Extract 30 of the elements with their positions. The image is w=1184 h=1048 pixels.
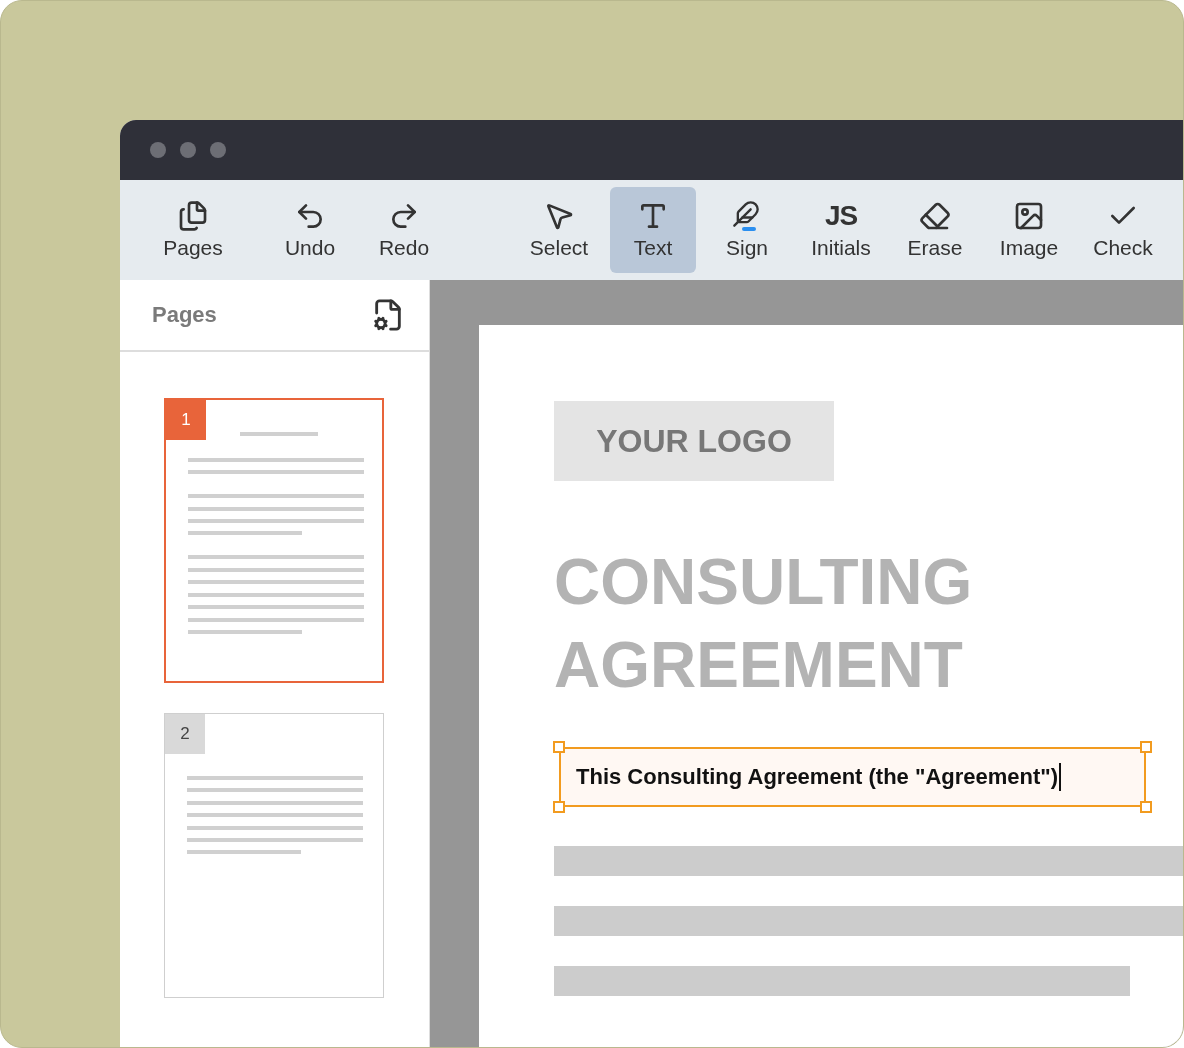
resize-handle[interactable] (553, 741, 565, 753)
window-dot[interactable] (180, 142, 196, 158)
eraser-icon (919, 200, 951, 232)
image-tool[interactable]: Image (986, 187, 1072, 273)
window-dot[interactable] (150, 142, 166, 158)
sidebar-title: Pages (152, 302, 217, 328)
document-title: AGREEMENT (554, 628, 964, 703)
pages-icon (177, 200, 209, 232)
text-input-field[interactable]: This Consulting Agreement (the "Agreement") (559, 747, 1146, 807)
redo-tool[interactable]: Redo (361, 187, 447, 273)
resize-handle[interactable] (1140, 741, 1152, 753)
window-dot[interactable] (210, 142, 226, 158)
resize-handle[interactable] (1140, 801, 1152, 813)
logo-upload-field[interactable]: YOUR LOGO (554, 401, 834, 481)
page-number: 1 (166, 400, 206, 440)
text-cursor (1059, 763, 1062, 791)
sign-tool[interactable]: Sign (704, 187, 790, 273)
erase-tool[interactable]: Erase (892, 187, 978, 273)
check-tool[interactable]: Check (1080, 187, 1166, 273)
text-tool[interactable]: Text (610, 187, 696, 273)
document-title: CONSULTING (554, 545, 973, 620)
page-thumbnail[interactable]: 2 (164, 713, 384, 998)
select-tool[interactable]: Select (516, 187, 602, 273)
initials-icon: JS (824, 200, 858, 232)
image-icon (1013, 200, 1045, 232)
page-number: 2 (165, 714, 205, 754)
resize-handle[interactable] (553, 801, 565, 813)
undo-tool[interactable]: Undo (267, 187, 353, 273)
initials-tool[interactable]: JS Initials (798, 187, 884, 273)
pages-tool[interactable]: Pages (150, 187, 236, 273)
